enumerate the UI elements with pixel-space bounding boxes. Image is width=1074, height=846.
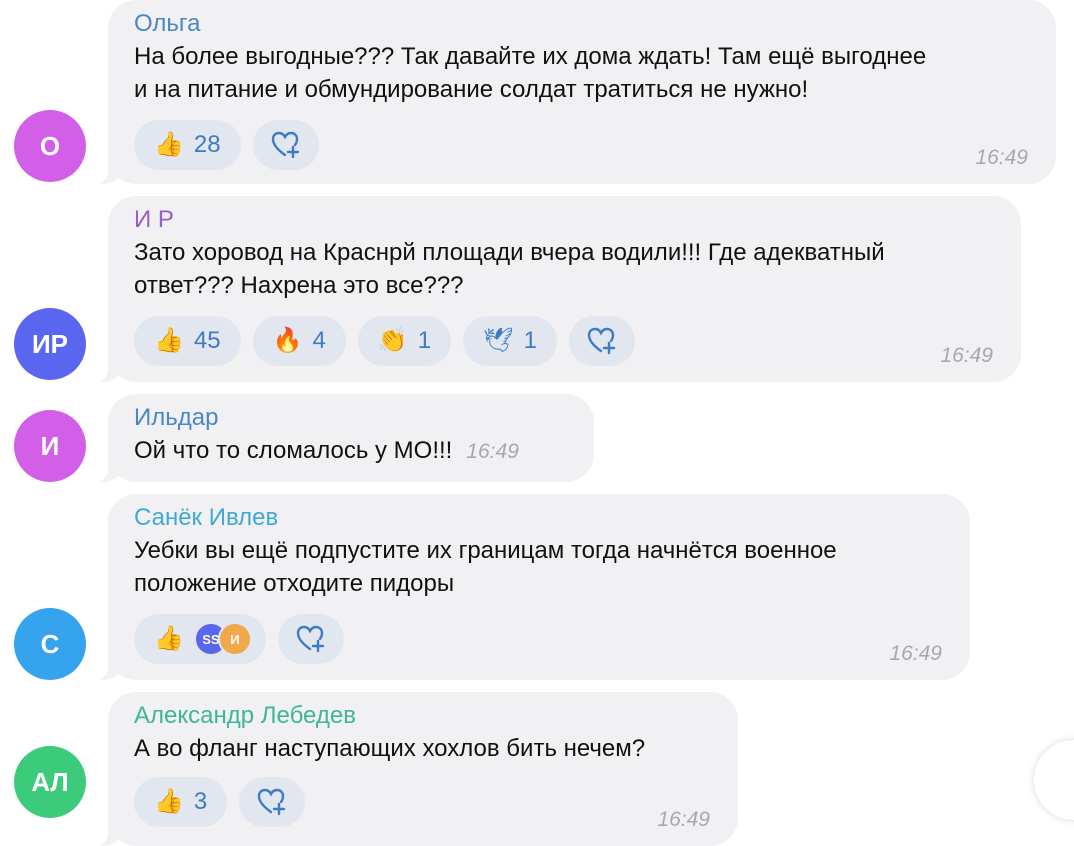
heart-plus-icon — [296, 625, 325, 653]
heart-plus-icon — [258, 788, 286, 816]
message-bubble: Александр Лебедев А во фланг наступающих… — [94, 692, 738, 846]
avatar[interactable]: И — [14, 410, 86, 482]
add-reaction-button[interactable] — [277, 614, 344, 664]
text-line: Уебки вы ещё подпустите их границам тогд… — [134, 537, 837, 564]
message-text: На более выгодные??? Так давайте их дома… — [134, 40, 1030, 106]
avatar[interactable]: АЛ — [14, 746, 86, 818]
thumbs-up-icon: 👍 — [154, 788, 184, 815]
reaction-count: 3 — [193, 788, 208, 815]
fire-icon: 🔥 — [272, 327, 303, 354]
reaction-count: 28 — [193, 131, 221, 158]
avatar[interactable]: ИР — [14, 308, 86, 380]
add-reaction-button[interactable] — [568, 316, 635, 366]
reaction-thumbs-up[interactable]: 👍 28 — [134, 120, 241, 170]
add-reaction-button[interactable] — [239, 777, 306, 827]
dove-icon: 🕊 — [483, 327, 514, 354]
reaction-count: 1 — [523, 327, 537, 354]
reaction-count: 4 — [312, 327, 326, 354]
heart-plus-icon — [587, 327, 616, 355]
clap-icon: 👏 — [377, 327, 408, 354]
text-line: Ой что то сломалось у МО!!! — [134, 437, 453, 464]
message-time: 16:49 — [657, 808, 710, 831]
reaction-thumbs-up[interactable]: 👍 3 — [134, 777, 228, 827]
reaction-count: 45 — [193, 327, 221, 354]
reactor-avatar: И — [217, 622, 252, 656]
message-bubble: Санёк Ивлев Уебки вы ещё подпустите их г… — [94, 494, 970, 680]
author-name[interactable]: И Р — [134, 204, 995, 236]
author-name[interactable]: Ольга — [134, 8, 1030, 40]
message-text: А во фланг наступающих хохлов бить нечем… — [134, 732, 712, 765]
message-time: 16:49 — [466, 440, 519, 463]
author-name[interactable]: Александр Лебедев — [134, 700, 712, 732]
text-line: положение отходите пидоры — [134, 570, 455, 597]
message-text: Уебки вы ещё подпустите их границам тогд… — [134, 534, 944, 600]
message-time: 16:49 — [975, 146, 1028, 169]
avatar[interactable]: О — [14, 110, 86, 182]
message-text: Ой что то сломалось у МО!!! 16:49 — [134, 434, 568, 468]
reaction-dove[interactable]: 🕊 1 — [463, 316, 557, 366]
message-text: Зато хоровод на Краснрй площади вчера во… — [134, 236, 995, 302]
thumbs-up-icon: 👍 — [154, 625, 184, 652]
message-time: 16:49 — [889, 642, 942, 665]
scroll-down-button[interactable] — [1034, 740, 1074, 820]
author-name[interactable]: Санёк Ивлев — [134, 502, 944, 534]
text-line: Зато хоровод на Краснрй площади вчера во… — [134, 239, 885, 266]
text-line: На более выгодные??? Так давайте их дома… — [134, 43, 927, 70]
text-line: А во фланг наступающих хохлов бить нечем… — [134, 735, 646, 762]
message-bubble: И Р Зато хоровод на Краснрй площади вчер… — [94, 196, 1021, 382]
reactions-row: 👍 45 🔥 4 👏 1 🕊 1 — [134, 316, 995, 366]
message-bubble: Ольга На более выгодные??? Так давайте и… — [94, 0, 1056, 184]
text-line: ответ??? Нахрена это все??? — [134, 272, 464, 299]
add-reaction-button[interactable] — [252, 120, 319, 170]
reaction-thumbs-up[interactable]: 👍 45 — [134, 316, 241, 366]
reactions-row: 👍 3 — [134, 777, 712, 827]
thumbs-up-icon: 👍 — [154, 131, 184, 158]
reaction-clap[interactable]: 👏 1 — [357, 316, 452, 366]
author-name[interactable]: Ильдар — [134, 402, 568, 434]
reactions-row: 👍 SS И — [134, 614, 944, 664]
message-bubble: Ильдар Ой что то сломалось у МО!!! 16:49 — [94, 394, 594, 482]
text-line: и на питание и обмундирование солдат тра… — [134, 76, 809, 103]
heart-plus-icon — [271, 131, 299, 159]
message-time: 16:49 — [940, 344, 993, 367]
reaction-thumbs-up[interactable]: 👍 SS И — [134, 614, 266, 664]
reactions-row: 👍 28 — [134, 120, 1030, 170]
avatar[interactable]: С — [14, 608, 86, 680]
reactor-avatars: SS И — [193, 622, 252, 656]
reaction-fire[interactable]: 🔥 4 — [252, 316, 346, 366]
reaction-count: 1 — [417, 327, 432, 354]
thumbs-up-icon: 👍 — [154, 327, 184, 354]
